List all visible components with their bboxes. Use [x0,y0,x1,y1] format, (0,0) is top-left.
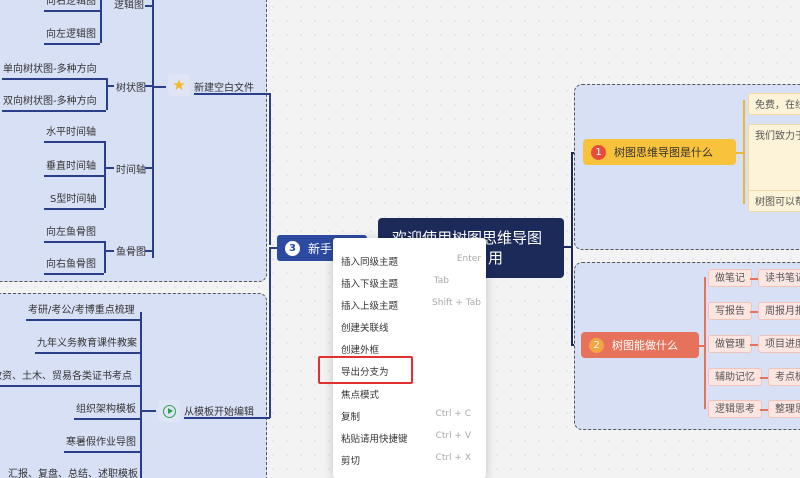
leaf-right-logic[interactable]: 向右逻辑图 [46,0,96,9]
branch-new-blank-file[interactable]: 新建空白文件 [194,79,254,94]
group-logic[interactable]: 逻辑图 [114,0,144,11]
use-memory-detail[interactable]: 考点梳 [768,368,800,386]
template-org-chart[interactable]: 组织架构模板 [76,403,136,417]
what-is-treemind-node[interactable]: 1 树图思维导图是什么 [583,139,736,165]
menu-insert-child[interactable]: 插入下级主题 Tab [341,276,481,294]
new-user-label: 新手 [308,241,333,256]
leaf-single-tree[interactable]: 单向树状图-多种方向 [3,63,97,77]
desc-box-3[interactable]: 树图可以帮 [748,190,800,212]
use-notes-detail[interactable]: 读书笔记 [758,269,800,287]
template-holiday-homework[interactable]: 寒暑假作业导图 [66,436,136,450]
template-report-review[interactable]: 汇报、复盘、总结、述职模板 [8,468,138,478]
what-can-treemind-do-node[interactable]: 2 树图能做什么 [581,332,699,358]
leaf-double-tree[interactable]: 双向树状图-多种方向 [3,95,97,109]
leaf-s-timeline[interactable]: S型时间轴 [50,193,96,207]
use-logic-detail[interactable]: 整理思 [768,400,800,418]
menu-insert-sibling[interactable]: 插入同级主题 Enter [341,254,481,272]
star-icon: ★ [168,74,190,96]
branch-from-template[interactable]: 从模板开始编辑 [184,403,254,418]
play-icon [158,400,180,422]
use-manage-detail[interactable]: 项目进度 [758,335,800,353]
menu-paste[interactable]: 粘贴请用快捷键 Ctrl + V [341,431,481,449]
leaf-horizontal-timeline[interactable]: 水平时间轴 [46,126,96,140]
leaf-right-fishbone[interactable]: 向右鱼骨图 [46,258,96,272]
use-report-detail[interactable]: 周报月报 [758,302,800,320]
menu-focus-mode[interactable]: 焦点模式 [341,387,481,405]
leaf-left-fishbone[interactable]: 向左鱼骨图 [46,226,96,240]
menu-insert-parent[interactable]: 插入上级主题 Shift + Tab [341,298,481,316]
left-top-panel [0,0,267,282]
template-kaoyan[interactable]: 考研/考公/考博重点梳理 [28,304,135,318]
leaf-vertical-timeline[interactable]: 垂直时间轴 [46,160,96,174]
use-manage[interactable]: 做管理 [708,335,752,353]
number-badge-1: 1 [591,144,606,160]
what-is-label: 树图思维导图是什么 [614,146,713,159]
use-notes[interactable]: 做笔记 [708,269,752,287]
highlight-box [318,356,413,384]
group-fishbone[interactable]: 鱼骨图 [116,243,146,258]
what-can-do-label: 树图能做什么 [612,339,678,352]
leaf-left-logic[interactable]: 向左逻辑图 [46,28,96,42]
menu-cut[interactable]: 剪切 Ctrl + X [341,453,481,471]
menu-create-relation[interactable]: 创建关联线 [341,320,481,338]
group-timeline[interactable]: 时间轴 [116,161,146,176]
desc-box-2[interactable]: 我们致力于 [748,124,800,196]
use-report[interactable]: 写报告 [708,302,752,320]
group-tree[interactable]: 树状图 [116,79,146,94]
use-logic[interactable]: 逻辑思考 [708,400,762,418]
menu-copy[interactable]: 复制 Ctrl + C [341,409,481,427]
template-textbook[interactable]: 九年义务教育课件教案 [37,337,137,351]
desc-box-1[interactable]: 免费，在线 [748,93,800,115]
number-badge-2: 2 [589,337,604,353]
template-certificates[interactable]: 教资、土木、贸易各类证书考点 [0,370,132,384]
use-memory[interactable]: 辅助记忆 [708,368,762,386]
number-badge-3: 3 [285,240,300,256]
